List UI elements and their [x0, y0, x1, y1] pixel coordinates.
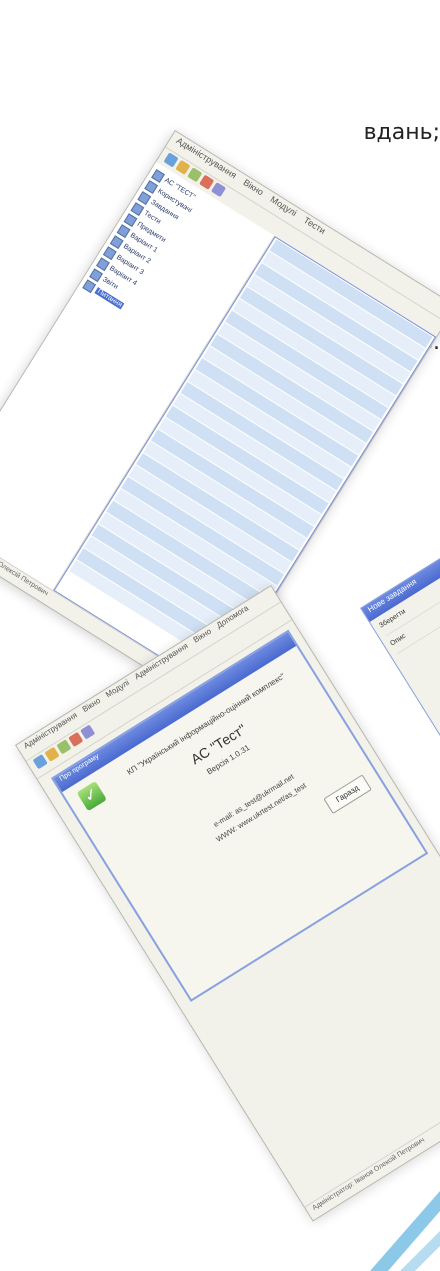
decorative-lines — [370, 1191, 440, 1271]
website-label: WWW: www.ukrtest.net/as_test — [214, 780, 308, 844]
check-icon: ✓ — [76, 780, 107, 812]
main-window-lower: Адміністрування Вікно Модулі Адмініструв… — [15, 584, 440, 1222]
text-fragment: вдань; — [363, 120, 440, 145]
toolbar-settings-icon[interactable] — [80, 724, 96, 740]
new-task-window: Нове завдання Зберегти Опис — [360, 543, 440, 746]
toolbar-folder-icon[interactable] — [44, 746, 60, 762]
toolbar-add-icon[interactable] — [56, 739, 72, 755]
about-dialog: Про програму ✓ КП "Український інформаці… — [50, 629, 429, 1002]
toolbar-open-icon[interactable] — [32, 754, 48, 770]
toolbar-delete-icon[interactable] — [68, 731, 84, 748]
toolbar-settings-icon[interactable] — [210, 182, 227, 198]
ok-button[interactable]: Гаразд — [323, 774, 372, 815]
